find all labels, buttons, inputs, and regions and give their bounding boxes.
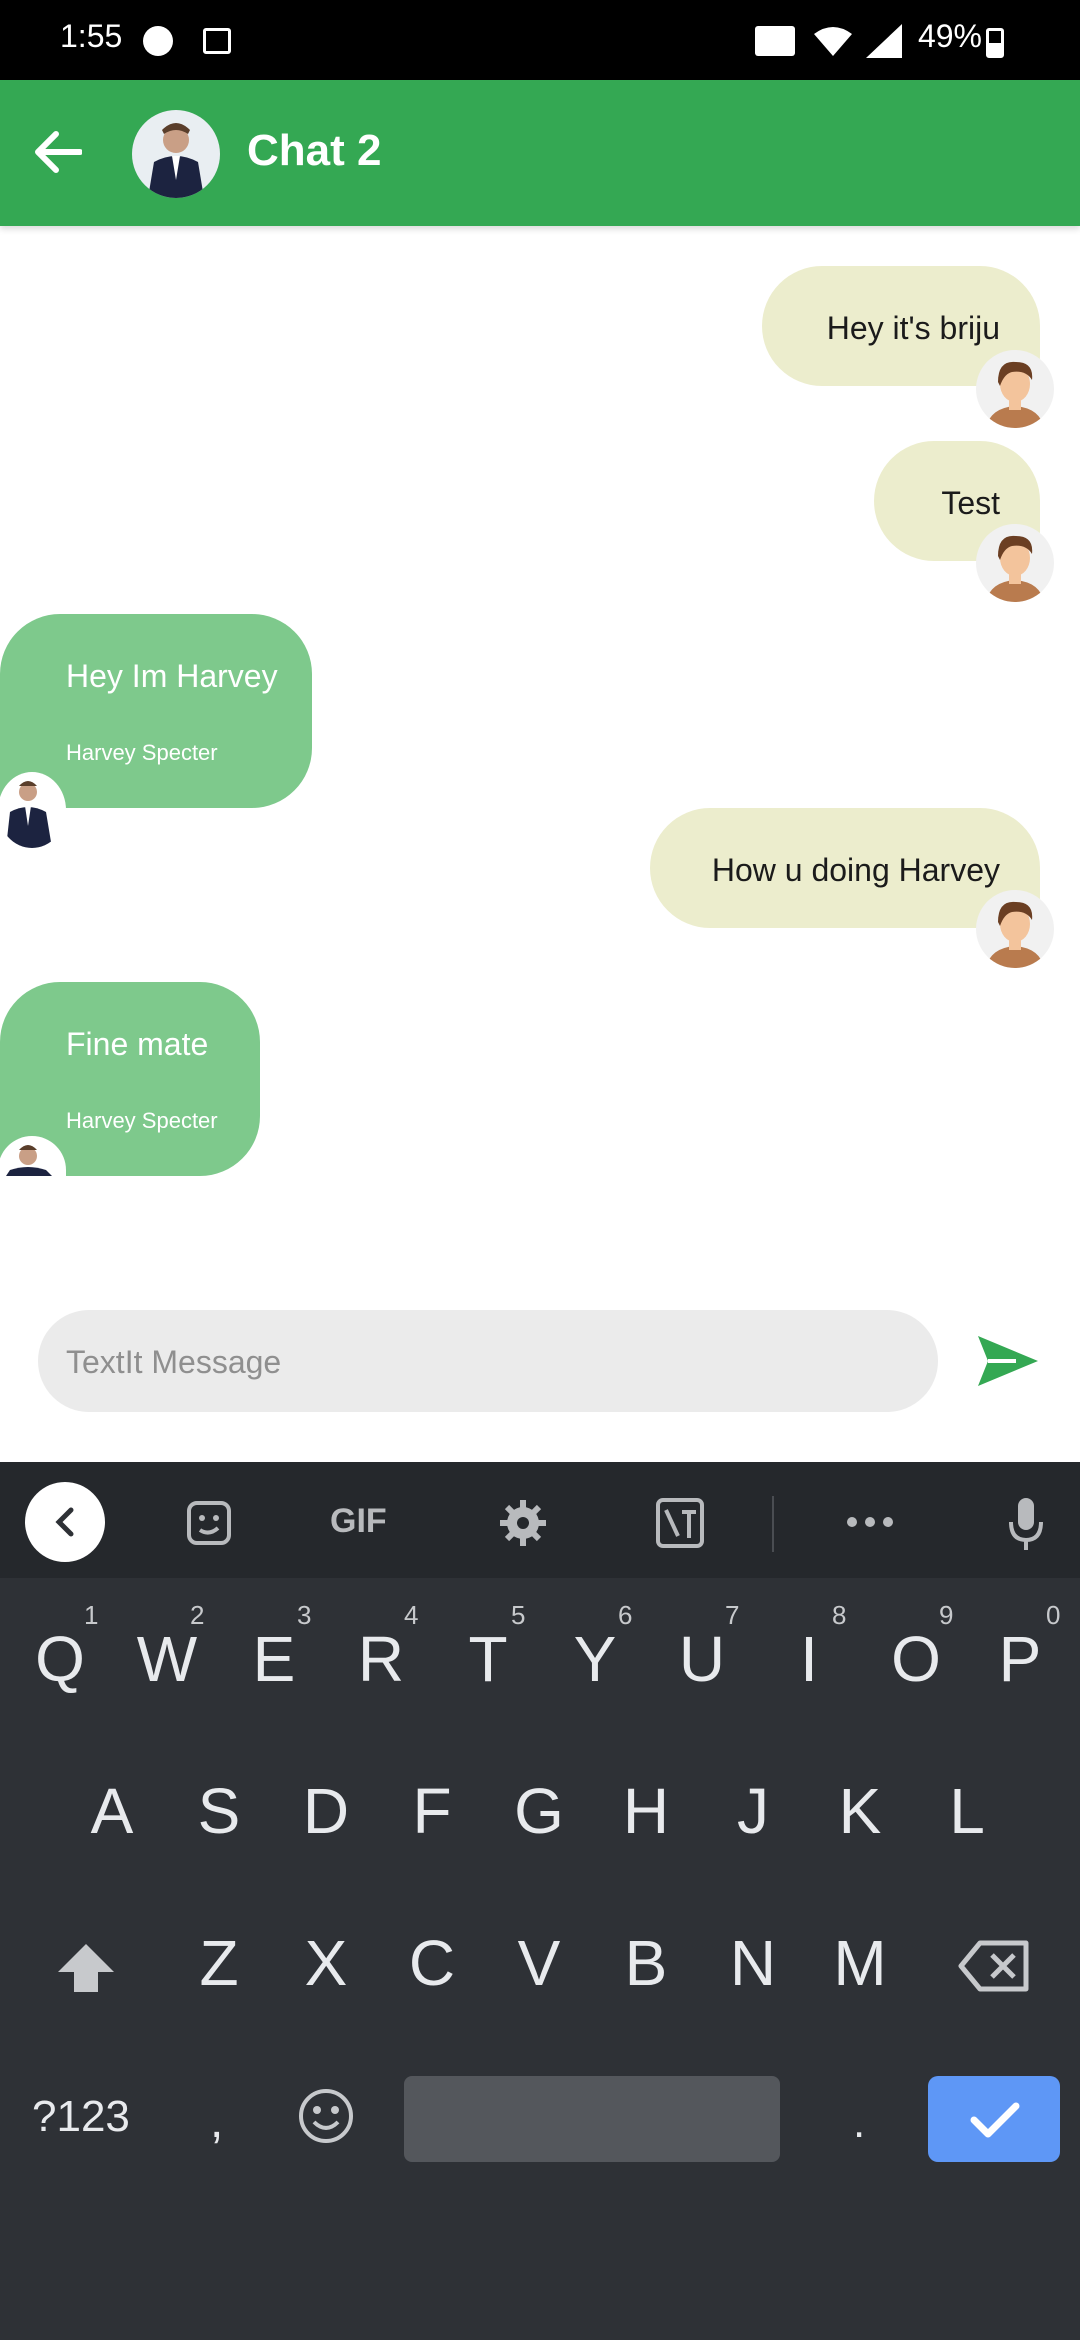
sender-avatar xyxy=(0,772,66,848)
input-placeholder: TextIt Message xyxy=(66,1344,282,1380)
status-bar: 1:55 49% xyxy=(0,0,1080,80)
settings-gear-icon[interactable] xyxy=(498,1498,548,1548)
toolbar-divider xyxy=(772,1496,774,1552)
key-l[interactable]: L xyxy=(917,1774,1017,1848)
person-icon xyxy=(148,123,204,198)
key-e[interactable]: E xyxy=(224,1622,324,1696)
key-j[interactable]: J xyxy=(703,1774,803,1848)
enter-key[interactable] xyxy=(928,2076,1060,2162)
chevron-left-icon xyxy=(55,1507,74,1537)
key-q[interactable]: Q xyxy=(10,1622,110,1696)
battery-percent: 49% xyxy=(917,18,982,54)
image-notification-icon xyxy=(203,28,231,54)
key-u[interactable]: U xyxy=(652,1622,752,1696)
chat-title: Chat 2 xyxy=(247,126,382,175)
key-f[interactable]: F xyxy=(382,1774,482,1848)
volte-icon xyxy=(755,26,795,56)
more-options-icon[interactable] xyxy=(846,1516,894,1528)
key-hint: 5 xyxy=(511,1600,526,1630)
key-t[interactable]: T xyxy=(438,1622,538,1696)
male-avatar-icon xyxy=(986,901,1044,968)
person-icon xyxy=(6,781,52,848)
key-p[interactable]: P xyxy=(970,1622,1070,1696)
space-bar[interactable] xyxy=(404,2076,780,2162)
wifi-icon xyxy=(814,27,852,56)
message-text: Fine mate xyxy=(66,1026,209,1062)
back-arrow-icon[interactable] xyxy=(34,130,82,174)
key-hint: 2 xyxy=(190,1600,205,1630)
male-avatar-icon xyxy=(986,535,1044,602)
emoji-icon[interactable] xyxy=(298,2088,354,2144)
shift-icon[interactable] xyxy=(56,1942,116,1994)
key-w[interactable]: W xyxy=(117,1622,217,1696)
chat-avatar[interactable] xyxy=(132,110,220,198)
key-hint: 8 xyxy=(832,1600,847,1630)
key-z[interactable]: Z xyxy=(169,1926,269,2000)
message-text: How u doing Harvey xyxy=(711,852,1000,888)
backspace-icon[interactable] xyxy=(958,1940,1030,1992)
message-text: Hey it's briju xyxy=(826,310,1000,346)
message-input[interactable]: TextIt Message xyxy=(38,1310,938,1412)
send-icon[interactable] xyxy=(976,1334,1040,1388)
key-c[interactable]: C xyxy=(382,1926,482,2000)
key-n[interactable]: N xyxy=(703,1926,803,2000)
sender-name: Harvey Specter xyxy=(66,740,218,765)
key-m[interactable]: M xyxy=(810,1926,910,2000)
signal-icon xyxy=(866,24,902,58)
key-x[interactable]: X xyxy=(276,1926,376,2000)
gif-button[interactable]: GIF xyxy=(330,1502,387,1541)
key-o[interactable]: O xyxy=(866,1622,966,1696)
key-b[interactable]: B xyxy=(596,1926,696,2000)
collapse-toolbar-button[interactable] xyxy=(25,1482,105,1562)
key-hint: 7 xyxy=(725,1600,740,1630)
app-notification-icon xyxy=(143,26,173,56)
keyboard xyxy=(0,1462,1080,2340)
symbols-key[interactable]: ?123 xyxy=(32,2092,130,2142)
sender-name: Harvey Specter xyxy=(66,1108,218,1133)
key-h[interactable]: H xyxy=(596,1774,696,1848)
key-hint: 0 xyxy=(1046,1600,1061,1630)
key-hint: 3 xyxy=(297,1600,312,1630)
key-d[interactable]: D xyxy=(276,1774,376,1848)
sticker-icon[interactable] xyxy=(186,1500,232,1546)
user-avatar xyxy=(976,524,1054,602)
male-avatar-icon xyxy=(986,361,1044,428)
message-text: Hey Im Harvey xyxy=(66,658,278,694)
status-time: 1:55 xyxy=(60,18,123,54)
key-a[interactable]: A xyxy=(62,1774,162,1848)
microphone-icon[interactable] xyxy=(1008,1496,1044,1552)
checkmark-icon xyxy=(970,2102,1020,2138)
key-hint: 1 xyxy=(84,1600,99,1630)
key-v[interactable]: V xyxy=(489,1926,589,2000)
translate-icon[interactable] xyxy=(656,1498,704,1548)
key-hint: 4 xyxy=(404,1600,419,1630)
comma-key[interactable]: , xyxy=(210,2094,223,2149)
key-g[interactable]: G xyxy=(489,1774,589,1848)
key-hint: 9 xyxy=(939,1600,954,1630)
keyboard-toolbar: GIF xyxy=(0,1462,1080,1578)
key-s[interactable]: S xyxy=(169,1774,269,1848)
key-k[interactable]: K xyxy=(810,1774,910,1848)
period-key[interactable]: . xyxy=(853,2098,865,2148)
battery-icon xyxy=(986,28,1004,58)
key-r[interactable]: R xyxy=(331,1622,431,1696)
user-avatar xyxy=(976,890,1054,968)
key-y[interactable]: Y xyxy=(545,1622,645,1696)
app-bar: Chat 2 xyxy=(0,80,1080,226)
user-avatar xyxy=(976,350,1054,428)
key-hint: 6 xyxy=(618,1600,633,1630)
message-text: Test xyxy=(941,485,1000,521)
key-i[interactable]: I xyxy=(759,1622,859,1696)
